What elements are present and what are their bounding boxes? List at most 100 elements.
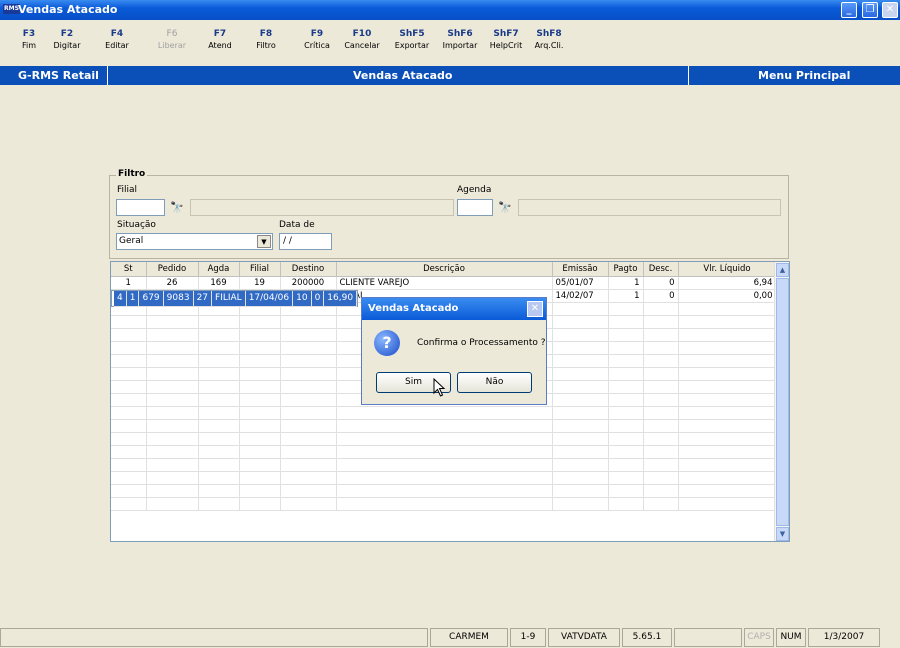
cell-filial: 19	[239, 276, 281, 290]
cell-descricao: FILIAL	[211, 290, 246, 307]
cell-destino: 27	[193, 290, 213, 307]
column-header[interactable]: Descrição	[336, 262, 553, 277]
data-label: Data de	[279, 220, 315, 230]
function-toolbar: F3 Fim F2 Digitar F4 Editar F6 Liberar F7 Atend F8…	[0, 20, 900, 64]
cell-desc: 0	[643, 276, 679, 290]
status-user: CARMEM	[430, 628, 508, 647]
toolbar-button-filtro[interactable]: F8 Filtro	[244, 29, 288, 50]
agenda-input[interactable]	[457, 199, 493, 216]
toolbar-key: F2	[60, 29, 74, 39]
cell-pagto: 1	[608, 289, 644, 303]
situacao-label: Situação	[117, 220, 156, 230]
toolbar-button-liberar[interactable]: F6 Liberar	[150, 29, 194, 50]
confirm-dialog: Vendas Atacado ✕ ? Confirma o Processame…	[361, 297, 547, 405]
situacao-select[interactable]: Geral ▼	[116, 233, 273, 250]
status-caps: CAPS	[744, 628, 774, 647]
column-header[interactable]: St	[111, 262, 147, 277]
grid-scrollbar[interactable]: ▲ ▼	[774, 262, 789, 541]
scroll-up-icon[interactable]: ▲	[776, 263, 789, 277]
cell-vlr: 16,90	[323, 290, 358, 307]
toolbar-button-arqcli[interactable]: ShF8 Arq.Cli.	[527, 29, 571, 50]
filial-search-icon[interactable]: 🔭	[168, 199, 186, 216]
data-input[interactable]: / /	[279, 233, 332, 250]
toolbar-button-atend[interactable]: F7 Atend	[198, 29, 242, 50]
dialog-title: Vendas Atacado	[368, 303, 459, 314]
status-bar: CARMEM 1-9 VATVDATA 5.65.1 CAPS NUM 1/3/…	[0, 627, 900, 648]
toolbar-button-importar[interactable]: ShF6 Importar	[438, 29, 482, 50]
status-message-panel	[0, 628, 428, 647]
toolbar-key: ShF5	[399, 29, 425, 39]
column-header[interactable]: Filial	[239, 262, 281, 277]
empty-row	[111, 471, 777, 485]
cell-emissao: 05/01/07	[552, 276, 609, 290]
toolbar-button-editar[interactable]: F4 Editar	[95, 29, 139, 50]
cell-desc: 0	[311, 290, 325, 307]
restore-button[interactable]: ❐	[862, 2, 878, 18]
app-name: G-RMS Retail	[18, 69, 99, 82]
status-num: NUM	[776, 628, 806, 647]
scroll-down-icon[interactable]: ▼	[776, 527, 789, 541]
column-header[interactable]: Pedido	[146, 262, 199, 277]
empty-row	[111, 406, 777, 420]
column-header[interactable]: Emissão	[552, 262, 609, 277]
cell-pagto: 1	[608, 276, 644, 290]
screen-title: Vendas Atacado	[353, 69, 453, 82]
chevron-down-icon[interactable]: ▼	[257, 235, 271, 248]
filial-description-field	[190, 199, 454, 216]
agenda-label: Agenda	[457, 185, 492, 195]
toolbar-label: Atend	[208, 41, 232, 50]
toolbar-button-cancelar[interactable]: F10 Cancelar	[340, 29, 384, 50]
column-header[interactable]: Pagto	[608, 262, 644, 277]
cell-pedido: 1	[126, 290, 140, 307]
cell-emissao: 14/02/07	[552, 289, 609, 303]
column-header[interactable]: Vlr. Líquido	[678, 262, 777, 277]
cell-filial: 9083	[163, 290, 194, 307]
window-titlebar: RMS Vendas Atacado _ ❐ ✕	[0, 0, 900, 20]
grid-header-row: St Pedido Agda Filial Destino Descrição Emissã…	[111, 262, 777, 277]
toolbar-button-exportar[interactable]: ShF5 Exportar	[390, 29, 434, 50]
minimize-button[interactable]: _	[841, 2, 857, 18]
no-button[interactable]: Não	[457, 372, 532, 393]
column-header[interactable]: Destino	[280, 262, 337, 277]
toolbar-button-helpcrit[interactable]: ShF7 HelpCrit	[484, 29, 528, 50]
toolbar-key: F10	[352, 29, 372, 39]
toolbar-label: Exportar	[394, 41, 430, 50]
table-row[interactable]: 4 1 679 9083 27 FILIAL 17/04/06 10 0 16,90	[111, 289, 359, 307]
agenda-search-icon[interactable]: 🔭	[496, 199, 514, 216]
table-row[interactable]: 1 26 169 19 200000 CLIENTE VAREJO 05/01/07 1 0 6,…	[111, 276, 777, 290]
dialog-message: Confirma o Processamento ?	[417, 338, 546, 348]
toolbar-label: Arq.Cli.	[534, 41, 564, 50]
status-database: VATVDATA	[548, 628, 620, 647]
toolbar-label: Digitar	[53, 41, 81, 50]
scroll-thumb[interactable]	[776, 278, 789, 526]
toolbar-button-crtica[interactable]: F9 Crítica	[295, 29, 339, 50]
dialog-close-icon[interactable]: ✕	[527, 301, 543, 317]
status-range: 1-9	[510, 628, 546, 647]
cell-destino: 200000	[280, 276, 337, 290]
toolbar-key: F9	[310, 29, 324, 39]
cell-descricao: CLIENTE VAREJO	[336, 276, 553, 290]
status-date: 1/3/2007	[808, 628, 880, 647]
filial-input[interactable]	[116, 199, 165, 216]
empty-row	[111, 445, 777, 459]
cell-desc: 0	[643, 289, 679, 303]
empty-row	[111, 458, 777, 472]
empty-row	[111, 497, 777, 511]
dialog-titlebar: Vendas Atacado ✕	[362, 298, 546, 320]
column-header[interactable]: Desc.	[643, 262, 679, 277]
column-header[interactable]: Agda	[198, 262, 240, 277]
cell-emissao: 17/04/06	[245, 290, 294, 307]
window-title: Vendas Atacado	[18, 3, 118, 16]
close-button[interactable]: ✕	[882, 2, 898, 18]
toolbar-key: ShF7	[493, 29, 519, 39]
empty-row	[111, 419, 777, 433]
main-menu-link[interactable]: Menu Principal	[758, 66, 850, 85]
cell-agda: 679	[138, 290, 164, 307]
toolbar-key: F4	[110, 29, 124, 39]
toolbar-key: F6	[166, 29, 178, 39]
filial-label: Filial	[117, 185, 138, 195]
toolbar-label: Editar	[105, 41, 129, 50]
cell-st: 1	[111, 276, 147, 290]
toolbar-label: Crítica	[304, 41, 330, 50]
toolbar-button-digitar[interactable]: F2 Digitar	[45, 29, 89, 50]
